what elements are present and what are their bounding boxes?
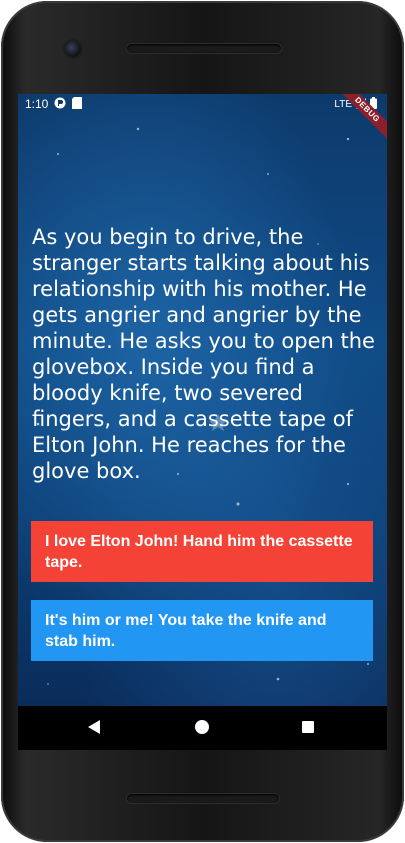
home-icon[interactable] xyxy=(195,720,209,734)
choice-2-button[interactable]: It's him or me! You take the knife and s… xyxy=(31,600,373,661)
app-screen: 1:10 LTE DEBUG As you begin to drive, th… xyxy=(18,94,387,706)
story-text: As you begin to drive, the stranger star… xyxy=(32,225,375,483)
back-icon[interactable] xyxy=(88,720,100,734)
bottom-speaker xyxy=(127,794,279,803)
status-time: 1:10 xyxy=(25,97,49,111)
front-camera xyxy=(65,41,81,57)
notification-icon xyxy=(54,97,66,112)
status-bar: 1:10 LTE xyxy=(18,94,387,114)
earpiece-speaker xyxy=(127,44,281,53)
choice-1-button[interactable]: I love Elton John! Hand him the cassette… xyxy=(31,521,373,582)
recents-icon[interactable] xyxy=(302,721,314,733)
sd-card-icon xyxy=(72,96,83,112)
navigation-bar xyxy=(18,706,387,750)
